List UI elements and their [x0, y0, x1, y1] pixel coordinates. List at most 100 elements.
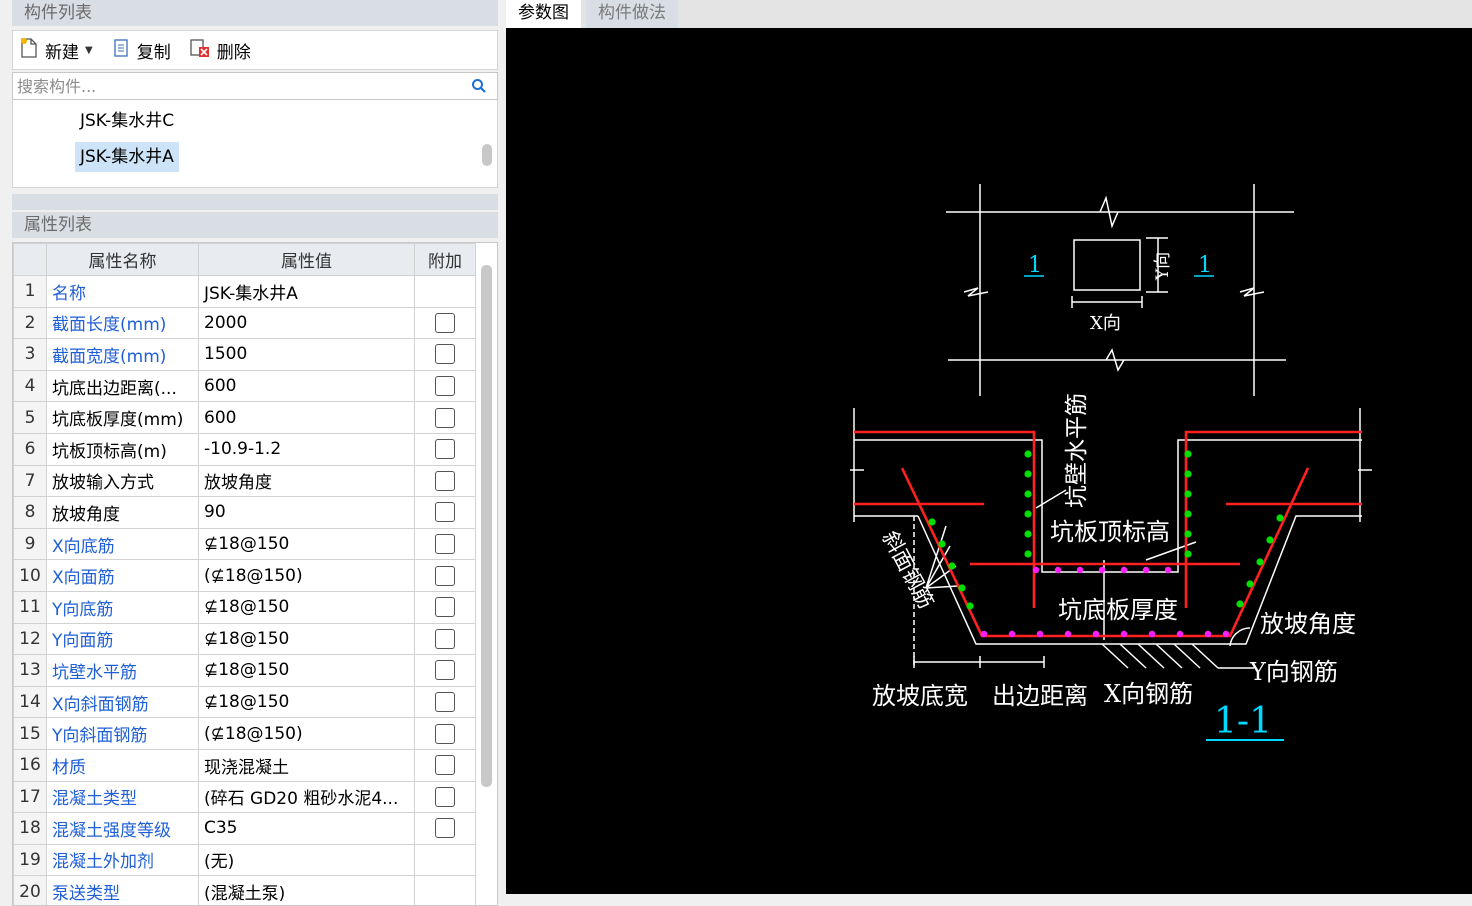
property-value[interactable]: ⊈18@150 [198, 590, 415, 624]
attach-checkbox[interactable] [435, 723, 455, 744]
tab-param-diagram[interactable]: 参数图 [506, 0, 581, 28]
property-value[interactable]: (无) [198, 843, 415, 877]
property-value[interactable]: 1500 [198, 338, 415, 371]
list-item-selected[interactable]: JSK-集水井A [75, 142, 179, 172]
property-value[interactable]: 现浇混凝土 [198, 748, 415, 782]
component-list: JSK-集水井C JSK-集水井A [12, 100, 498, 188]
corner-cell [13, 243, 47, 276]
table-row[interactable]: 12 Y向面筋 ⊈18@150 [13, 622, 476, 656]
property-value[interactable]: (混凝土泵) [198, 875, 415, 905]
tab-component-method[interactable]: 构件做法 [586, 0, 678, 28]
row-number: 4 [13, 369, 47, 403]
attach-cell [414, 496, 476, 529]
property-value[interactable]: 600 [198, 401, 415, 434]
attach-cell [414, 780, 476, 814]
property-value[interactable]: 放坡角度 [198, 464, 415, 498]
row-number: 3 [13, 338, 47, 371]
table-row[interactable]: 10 X向面筋 (⊈18@150) [13, 559, 476, 592]
property-value[interactable]: (碎石 GD20 粗砂水泥4... [198, 780, 415, 814]
parameter-diagram-canvas: 1 1 X向 Y向 坑壁水平筋 坑板顶标高 斜面钢筋 坑底板厚度 放坡角度 Y向… [506, 28, 1472, 894]
table-scrollbar[interactable] [481, 265, 492, 787]
search-input[interactable] [13, 73, 453, 99]
property-name: X向底筋 [46, 527, 199, 561]
list-scrollbar[interactable] [482, 144, 492, 166]
property-name: 混凝土外加剂 [46, 843, 199, 877]
table-row[interactable]: 7 放坡输入方式 放坡角度 [13, 464, 476, 498]
row-number: 18 [13, 812, 47, 845]
copy-button[interactable]: 复制 [111, 36, 171, 64]
property-value[interactable]: C35 [198, 812, 415, 845]
table-row[interactable]: 18 混凝土强度等级 C35 [13, 812, 476, 845]
property-name: Y向斜面钢筋 [46, 717, 199, 750]
table-row[interactable]: 4 坑底出边距离(... 600 [13, 369, 476, 403]
row-number: 5 [13, 401, 47, 434]
property-name: 截面长度(mm) [46, 306, 199, 340]
property-name: 放坡角度 [46, 496, 199, 529]
property-value[interactable]: 2000 [198, 306, 415, 340]
attach-checkbox[interactable] [435, 660, 455, 681]
chevron-down-icon[interactable]: ▼ [85, 45, 93, 56]
wall-horizontal-rebar-label: 坑壁水平筋 [1064, 393, 1090, 508]
property-value[interactable]: 90 [198, 496, 415, 529]
attach-checkbox[interactable] [435, 534, 455, 555]
table-row[interactable]: 19 混凝土外加剂 (无) [13, 843, 476, 877]
attach-checkbox[interactable] [435, 755, 455, 776]
attach-checkbox[interactable] [435, 502, 455, 523]
attach-checkbox[interactable] [435, 818, 455, 839]
table-row[interactable]: 9 X向底筋 ⊈18@150 [13, 527, 476, 561]
property-value[interactable]: (⊈18@150) [198, 559, 415, 592]
attach-checkbox[interactable] [435, 692, 455, 713]
row-number: 14 [13, 685, 47, 719]
attach-checkbox[interactable] [435, 565, 455, 586]
property-value[interactable]: ⊈18@150 [198, 654, 415, 687]
attach-cell [414, 654, 476, 687]
table-row[interactable]: 1 名称 JSK-集水井A [13, 275, 476, 308]
delete-button[interactable]: 删除 [189, 36, 251, 64]
table-row[interactable]: 8 放坡角度 90 [13, 496, 476, 529]
attach-checkbox[interactable] [435, 470, 455, 491]
attach-checkbox[interactable] [435, 786, 455, 807]
property-value[interactable]: ⊈18@150 [198, 685, 415, 719]
attach-cell [414, 527, 476, 561]
attach-cell [414, 843, 476, 877]
table-row[interactable]: 2 截面长度(mm) 2000 [13, 306, 476, 340]
property-value[interactable]: (⊈18@150) [198, 717, 415, 750]
property-value[interactable]: JSK-集水井A [198, 275, 415, 308]
property-name: 截面宽度(mm) [46, 338, 199, 371]
table-row[interactable]: 11 Y向底筋 ⊈18@150 [13, 590, 476, 624]
property-name: 泵送类型 [46, 875, 199, 905]
property-value[interactable]: 600 [198, 369, 415, 403]
table-row[interactable]: 16 材质 现浇混凝土 [13, 748, 476, 782]
property-value[interactable]: -10.9-1.2 [198, 432, 415, 466]
table-row[interactable]: 14 X向斜面钢筋 ⊈18@150 [13, 685, 476, 719]
search-icon[interactable] [471, 78, 487, 99]
table-row[interactable]: 13 坑壁水平筋 ⊈18@150 [13, 654, 476, 687]
row-number: 2 [13, 306, 47, 340]
attach-cell [414, 464, 476, 498]
row-number: 1 [13, 275, 47, 308]
new-button[interactable]: 新建 ▼ [19, 36, 93, 64]
attach-checkbox[interactable] [435, 407, 455, 428]
attach-checkbox[interactable] [435, 597, 455, 618]
property-name: 材质 [46, 748, 199, 782]
property-value[interactable]: ⊈18@150 [198, 527, 415, 561]
new-file-icon [19, 37, 39, 64]
attach-checkbox[interactable] [435, 628, 455, 649]
table-row[interactable]: 6 坑板顶标高(m) -10.9-1.2 [13, 432, 476, 466]
attach-checkbox[interactable] [435, 312, 455, 333]
table-row[interactable]: 3 截面宽度(mm) 1500 [13, 338, 476, 371]
column-header: 属性值 [198, 243, 415, 276]
attach-checkbox[interactable] [435, 344, 455, 365]
table-row[interactable]: 20 泵送类型 (混凝土泵) [13, 875, 476, 905]
table-row[interactable]: 5 坑底板厚度(mm) 600 [13, 401, 476, 434]
table-row[interactable]: 15 Y向斜面钢筋 (⊈18@150) [13, 717, 476, 750]
attach-checkbox[interactable] [435, 439, 455, 460]
attach-checkbox[interactable] [435, 376, 455, 397]
table-row[interactable]: 17 混凝土类型 (碎石 GD20 粗砂水泥4... [13, 780, 476, 814]
row-number: 10 [13, 559, 47, 592]
list-item[interactable]: JSK-集水井C [75, 106, 179, 136]
row-number: 16 [13, 748, 47, 782]
property-value[interactable]: ⊈18@150 [198, 622, 415, 656]
row-number: 20 [13, 875, 47, 905]
y-direction-label: Y向 [1153, 252, 1173, 281]
